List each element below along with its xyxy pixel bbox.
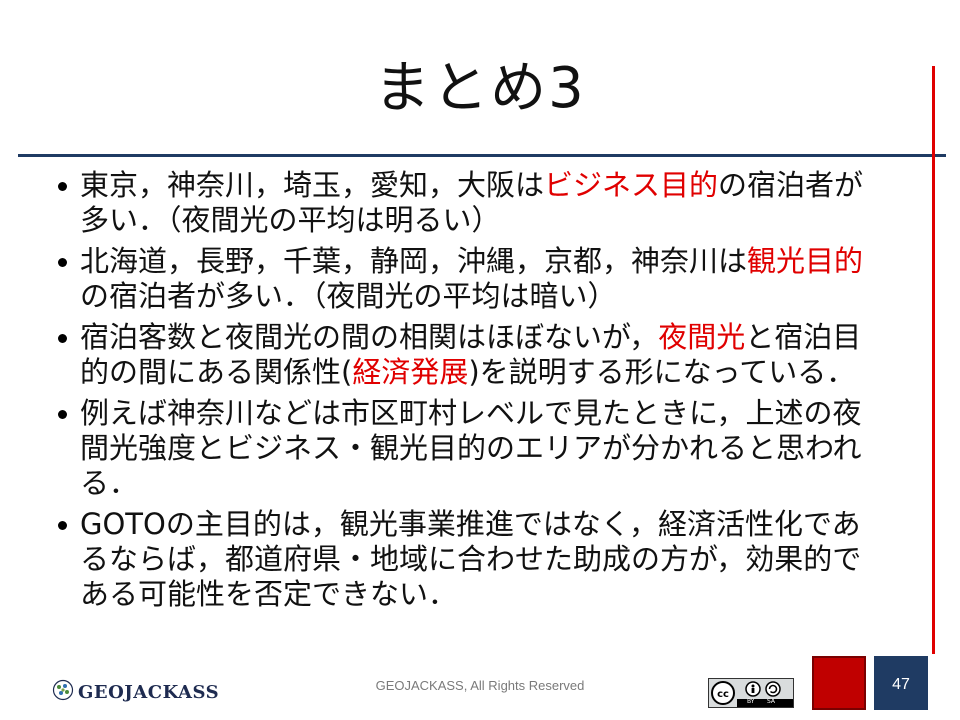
- right-accent-line: [932, 66, 935, 654]
- bullet-item: 東京，神奈川，埼玉，愛知，大阪はビジネス目的の宿泊者が多い．（夜間光の平均は明る…: [58, 168, 888, 238]
- text-run: )を説明する形になっている．: [468, 355, 856, 389]
- page-number: 47: [892, 676, 910, 693]
- bullet-dot: [58, 521, 67, 530]
- text-run: 宿泊客数と夜間光の間の相関はほぼないが，: [80, 320, 659, 354]
- text-run: 例えば神奈川などは市区町村レベルで見たときに，上述の夜間光強度とビジネス・観光目…: [80, 396, 862, 500]
- copyright-text: GEOJACKASS, All Rights Reserved: [375, 678, 585, 693]
- license-sa-label: SA: [767, 698, 776, 705]
- bullet-dot: [58, 334, 67, 343]
- bullet-list: 東京，神奈川，埼玉，愛知，大阪はビジネス目的の宿泊者が多い．（夜間光の平均は明る…: [58, 168, 888, 618]
- bullet-item: 例えば神奈川などは市区町村レベルで見たときに，上述の夜間光強度とビジネス・観光目…: [58, 396, 888, 501]
- text-run: 北海道，長野，千葉，静岡，沖縄，京都，神奈川は: [80, 244, 748, 278]
- bullet-item: GOTOの主目的は，観光事業推進ではなく，経済活性化であるならば，都道府県・地域…: [58, 507, 888, 612]
- highlight-text: 経済発展: [352, 355, 469, 389]
- text-run: の宿泊者が多い．（夜間光の平均は暗い）: [80, 279, 617, 313]
- creative-commons-icon: cc BY SA: [708, 678, 794, 708]
- bullet-text: 北海道，長野，千葉，静岡，沖縄，京都，神奈川は観光目的の宿泊者が多い．（夜間光の…: [80, 244, 863, 313]
- logo-text: GEOJACKASS: [78, 681, 220, 703]
- bullet-text: 宿泊客数と夜間光の間の相関はほぼないが，夜間光と宿泊目的の間にある関係性(経済発…: [80, 320, 861, 389]
- highlight-text: 夜間光: [658, 320, 746, 354]
- globe-icon: [52, 679, 74, 705]
- text-run: GOTOの主目的は，観光事業推進ではなく，経済活性化であるならば，都道府県・地域…: [80, 507, 862, 611]
- highlight-text: ビジネス目的: [544, 168, 719, 202]
- text-run: 東京，神奈川，埼玉，愛知，大阪は: [80, 168, 545, 202]
- bullet-dot: [58, 182, 67, 191]
- bullet-text: GOTOの主目的は，観光事業推進ではなく，経済活性化であるならば，都道府県・地域…: [80, 507, 861, 611]
- title-divider: [18, 154, 946, 157]
- bullet-item: 北海道，長野，千葉，静岡，沖縄，京都，神奈川は観光目的の宿泊者が多い．（夜間光の…: [58, 244, 888, 314]
- slide-title: まとめ3: [374, 56, 586, 121]
- svg-text:cc: cc: [717, 689, 729, 700]
- red-accent-box: [812, 656, 866, 710]
- footer-logo: GEOJACKASS: [52, 679, 220, 705]
- bullet-item: 宿泊客数と夜間光の間の相関はほぼないが，夜間光と宿泊目的の間にある関係性(経済発…: [58, 320, 888, 390]
- bullet-text: 東京，神奈川，埼玉，愛知，大阪はビジネス目的の宿泊者が多い．（夜間光の平均は明る…: [80, 168, 863, 237]
- license-by-label: BY: [747, 698, 755, 705]
- bullet-dot: [58, 258, 67, 267]
- bullet-text: 例えば神奈川などは市区町村レベルで見たときに，上述の夜間光強度とビジネス・観光目…: [80, 396, 862, 500]
- bullet-dot: [58, 410, 67, 419]
- highlight-text: 観光目的: [747, 244, 864, 278]
